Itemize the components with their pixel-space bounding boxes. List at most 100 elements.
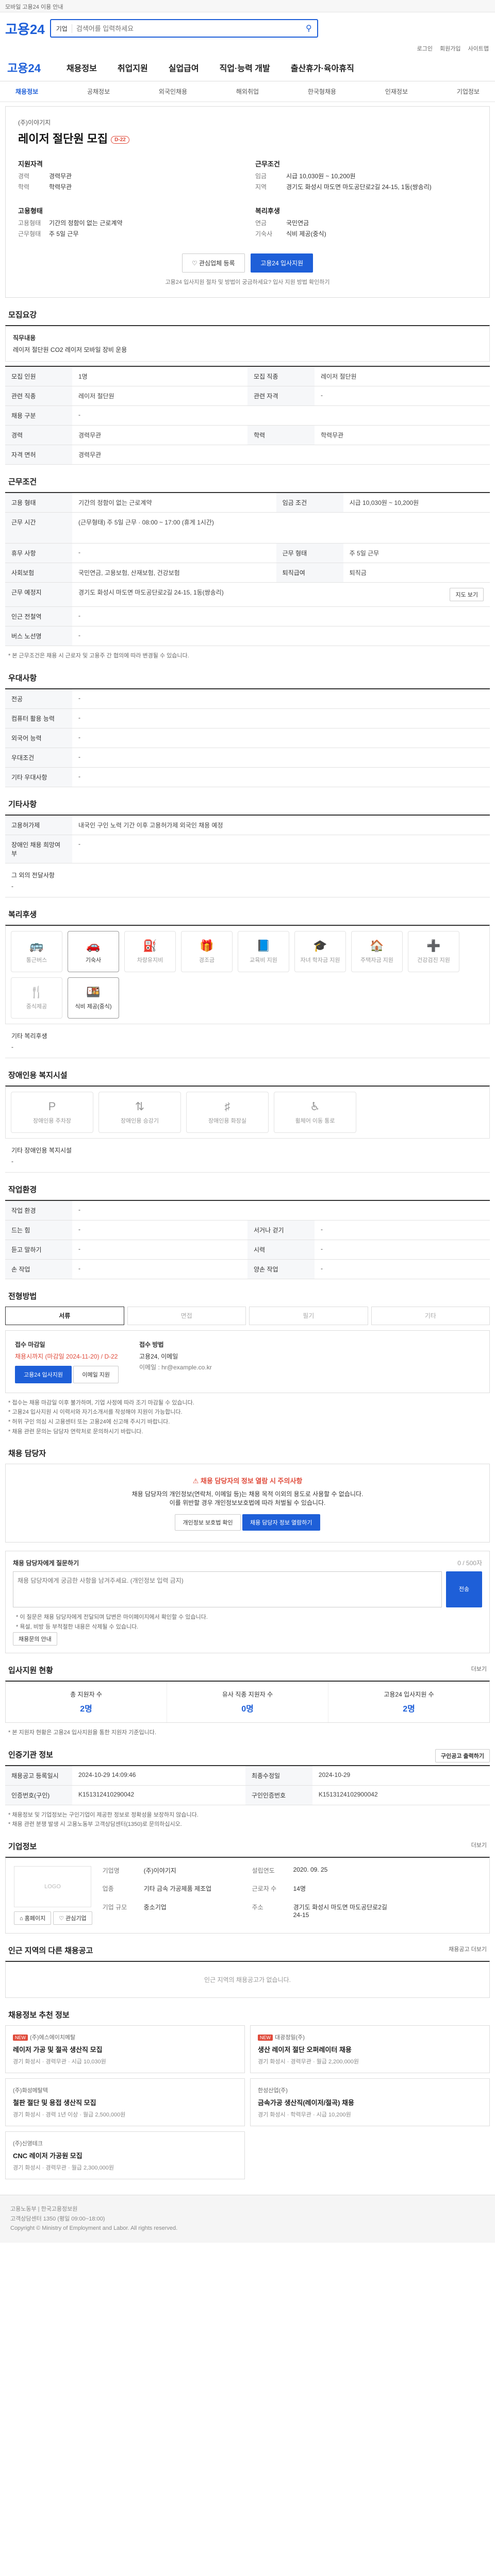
section-title-recommend: 채용정보 추천 정보 xyxy=(8,2010,70,2020)
apply-guide-note[interactable]: 고용24 입사지원 절차 및 방법이 궁금하세요? 입사 지원 방법 확인하기 xyxy=(18,278,477,286)
gnb-item-support[interactable]: 취업지원 xyxy=(118,61,148,74)
local-nav: 채용정보 공채정보 외국인채용 해외취업 한국형채용 인재정보 기업정보 xyxy=(0,81,495,102)
other-extra: 그 외의 전달사항 - xyxy=(5,863,490,897)
other-table: 고용허가제 내국인 구인 노력 기간 이후 고용허가제 외국인 채용 예정 장애인… xyxy=(5,814,490,863)
company-logo: LOGO xyxy=(14,1866,91,1907)
stat-similar: 유사 직종 지원자 수 0명 xyxy=(167,1681,328,1722)
table-row: 자격 면허 경력무관 xyxy=(5,445,490,465)
apply-box: 접수 마감일 채용시까지 (마감일 2024-11-20) / D-22 고용2… xyxy=(5,1330,490,1393)
gnb-brand[interactable]: 고용24 xyxy=(7,59,41,76)
inquiry-notice-button[interactable]: 채용문의 안내 xyxy=(13,1632,57,1646)
inquiry-send-button[interactable]: 전송 xyxy=(446,1571,482,1608)
scrap-button[interactable]: ♡ 관심업체 등록 xyxy=(182,253,245,273)
gnb-item-jobs[interactable]: 채용정보 xyxy=(67,61,97,74)
welfare-extra: 기타 복리후생 - xyxy=(5,1024,490,1058)
site-logo[interactable]: 고용24 xyxy=(5,19,45,38)
stats-more-link[interactable]: 더보기 xyxy=(471,1665,487,1673)
company-more-link[interactable]: 더보기 xyxy=(471,1841,487,1849)
alert-icon: ⚠ xyxy=(192,1477,199,1485)
stat-total: 총 지원자 수 2명 xyxy=(6,1681,167,1722)
section-title-similar: 인근 지역의 다른 채용공고 채용공고 더보기 xyxy=(8,1945,490,1956)
company-box: LOGO ⌂ 홈페이지 ♡ 관심기업 기업명 (주)이야기지 설립연도 2020. … xyxy=(5,1856,490,1934)
health-icon: ➕ xyxy=(426,939,441,952)
table-row: 사회보험 국민연금, 고용보험, 산재보험, 건강보험 퇴직급여 퇴직금 xyxy=(5,563,490,583)
table-row: 전공 - xyxy=(5,688,490,709)
stats-row: 총 지원자 수 2명 유사 직종 지원자 수 0명 고용24 입사지원 수 2명 xyxy=(5,1680,490,1723)
welfare-grid: 🚌 통근버스 🚗 기숙사 ⛽ 차량유지비 🎁 경조금 📘 교육비 지원 🎓 자녀 학자금 지원 🏠 주택자… xyxy=(5,924,490,1024)
similar-more-link[interactable]: 채용공고 더보기 xyxy=(449,1945,487,1953)
section-title-company: 기업정보 더보기 xyxy=(8,1841,490,1852)
table-row: 외국어 능력 - xyxy=(5,728,490,748)
apply-button-2[interactable]: 고용24 입사지원 xyxy=(15,1365,72,1383)
job-summary: (주)이야기지 레이저 절단원 모집 D-22 지원자격 경력 경력무관 학력 학력무… xyxy=(5,106,490,298)
lnb-item-0[interactable]: 채용정보 xyxy=(15,87,38,96)
search-type-label[interactable]: 기업 xyxy=(56,24,72,33)
recruit-table: 모집 인원 1명 모집 직종 레이저 절단원 관련 직종 레이저 절단원 관련 자격 - 채… xyxy=(5,366,490,465)
view-contact-button[interactable]: 채용 담당자 정보 열람하기 xyxy=(242,1514,320,1531)
env-table: 작업 환경 - 드는 힘 - 서거나 걷기 - 듣고 말하기 - 시력 - 손 작업 - 양손 작… xyxy=(5,1199,490,1279)
table-row: 작업 환경 - xyxy=(5,1200,490,1221)
method-notes: * 접수는 채용 마감일 이후 불가하며, 기업 사정에 따라 조기 마감될 수… xyxy=(8,1399,194,1435)
apply-deadline: 접수 마감일 채용시까지 (마감일 2024-11-20) / D-22 고용2… xyxy=(15,1340,119,1383)
lnb-item-6[interactable]: 기업정보 xyxy=(457,87,480,96)
util-login[interactable]: 로그인 xyxy=(417,44,433,54)
facility-restroom: ♯ 장애인용 화장실 xyxy=(186,1091,269,1133)
table-row: 관련 직종 레이저 절단원 관련 자격 - xyxy=(5,386,490,406)
homepage-button[interactable]: ⌂ 홈페이지 xyxy=(14,1911,52,1925)
section-title-contact: 채용 담당자 xyxy=(8,1449,46,1459)
summary-welfare: 복리후생 연금 국민연금 기숙사 식비 제공(중식) xyxy=(255,207,326,238)
apply-button[interactable]: 고용24 입사지원 xyxy=(251,253,314,273)
summary-qualification: 지원자격 경력 경력무관 학력 학력무관 xyxy=(18,160,72,191)
gnb-item-training[interactable]: 직업·능력 개발 xyxy=(220,61,270,74)
search-input[interactable] xyxy=(76,24,302,32)
search-icon[interactable]: ⚲ xyxy=(306,23,312,33)
step-etc: 기타 xyxy=(371,1306,490,1325)
recommend-card[interactable]: (주)신영테크 CNC 레이저 가공원 모집 경기 화성시 · 경력무관 · 월급 … xyxy=(5,2131,245,2179)
gnb-item-benefit[interactable]: 실업급여 xyxy=(169,61,199,74)
welfare-item: 🚌 통근버스 xyxy=(11,930,62,972)
top-bar-text[interactable]: 모바일 고용24 이용 안내 xyxy=(5,4,63,10)
recommend-card[interactable]: 한성산업(주) 금속가공 생산직(레이저/절곡) 채용 경기 화성시 · 학력무관 … xyxy=(250,2078,490,2126)
facility-elevator: ⇅ 장애인용 승강기 xyxy=(98,1091,181,1133)
gnb-item-leave[interactable]: 출산휴가·육아휴직 xyxy=(291,61,354,74)
table-row: 근무 예정지 경기도 화성시 마도면 마도공단로2길 24-15, 1동(쌍송리)… xyxy=(5,582,490,607)
search-row: 고용24 기업 ⚲ xyxy=(0,12,495,44)
company-name: (주)이야기지 xyxy=(18,119,51,126)
stat-online: 고용24 입사지원 수 2명 xyxy=(384,1690,434,1714)
privacy-check-button[interactable]: 개인정보 보호법 확인 xyxy=(175,1514,241,1531)
table-row: 장애인 채용 희망여부 - xyxy=(5,835,490,863)
bus-icon: 🚌 xyxy=(29,939,44,952)
util-sitemap[interactable]: 사이트맵 xyxy=(468,44,489,54)
table-row: 모집 인원 1명 모집 직종 레이저 절단원 xyxy=(5,366,490,386)
stats-note: * 본 지원자 현황은 고용24 입사지원을 통한 지원자 기준입니다. xyxy=(8,1729,156,1736)
work-note: * 본 근무조건은 채용 시 근로자 및 고용주 간 협의에 따라 변경될 수 … xyxy=(8,653,189,659)
lnb-item-2[interactable]: 외국인채용 xyxy=(159,87,187,96)
table-row: 듣고 말하기 - 시력 - xyxy=(5,1240,490,1260)
section-title-recruit: 모집요강 xyxy=(8,311,37,319)
favorite-company-button[interactable]: ♡ 관심기업 xyxy=(53,1911,92,1925)
inquiry-notes: * 이 질문은 채용 담당자에게 전달되며 답변은 마이페이지에서 확인할 수 … xyxy=(16,1614,208,1631)
facility-parking: P 장애인용 주차장 xyxy=(11,1091,93,1133)
table-row: 휴무 사항 - 근무 형태 주 5일 근무 xyxy=(5,543,490,563)
recommend-card[interactable]: (주)화성메탈텍 철판 절단 및 용접 생산직 모집 경기 화성시 · 경력 1년 … xyxy=(5,2078,245,2126)
dday-badge: D-22 xyxy=(111,135,129,144)
inquiry-textarea[interactable] xyxy=(13,1571,442,1608)
home-icon: ⌂ xyxy=(20,1915,23,1922)
lnb-item-4[interactable]: 한국형채용 xyxy=(308,87,336,96)
welfare-item: ⛽ 차량유지비 xyxy=(124,930,176,972)
section-title-work: 근무조건 xyxy=(8,478,37,486)
section-title-env: 작업환경 xyxy=(8,1185,37,1194)
map-button[interactable]: 지도 보기 xyxy=(450,588,484,601)
lnb-item-5[interactable]: 인재정보 xyxy=(385,87,408,96)
email-apply-button[interactable]: 이메일 지원 xyxy=(73,1365,119,1383)
heart-icon: ♡ xyxy=(191,260,197,267)
recommend-card[interactable]: NEW 대광정밀(주) 생산 레이저 절단 오퍼레이터 채용 경기 화성시 · 경력무… xyxy=(250,2025,490,2073)
facility-wheelchair: ♿ 휠체어 이동 통로 xyxy=(274,1091,356,1133)
lnb-item-3[interactable]: 해외취업 xyxy=(236,87,259,96)
recommend-card[interactable]: NEW (주)에스에이치메탈 레이저 가공 및 절곡 생산직 모집 경기 화성시 · … xyxy=(5,2025,245,2073)
section-title-stats: 입사지원 현황 더보기 xyxy=(8,1665,490,1675)
print-button[interactable]: 구인공고 출력하기 xyxy=(435,1749,490,1762)
wheelchair-icon: ♿ xyxy=(310,1099,320,1113)
util-signup[interactable]: 회원가입 xyxy=(440,44,460,54)
lnb-item-1[interactable]: 공채정보 xyxy=(87,87,110,96)
